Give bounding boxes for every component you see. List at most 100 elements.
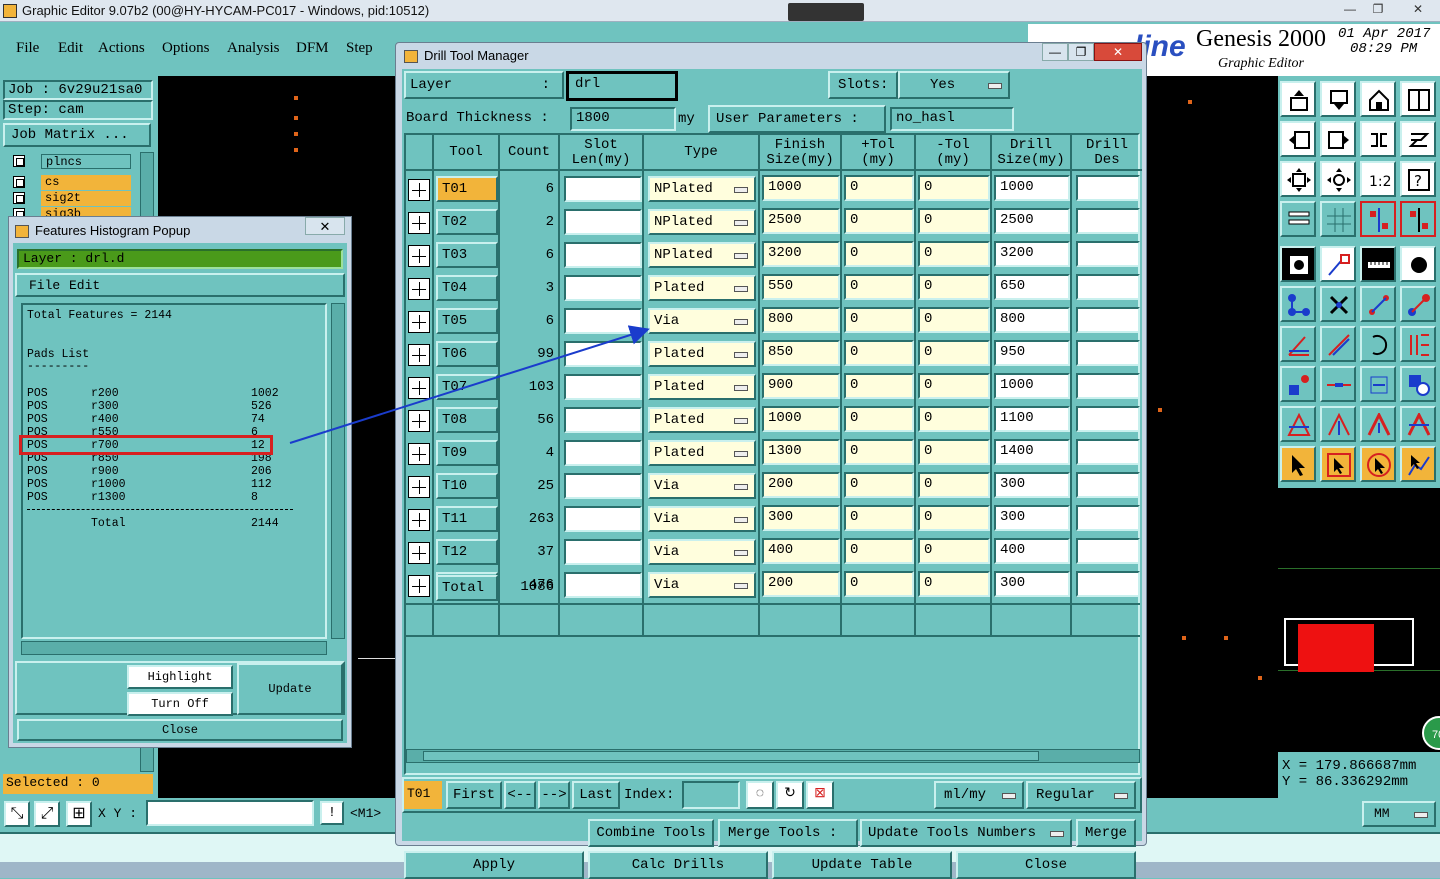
tool-name-button[interactable]: T05 [436,308,498,334]
tool-name-button[interactable]: T11 [436,506,498,532]
finish-size-input[interactable]: 1000 [762,175,840,201]
drill-des-input[interactable] [1076,241,1140,267]
finish-size-input[interactable]: 2500 [762,208,840,234]
type-dropdown[interactable]: Plated [648,407,756,433]
drill-size-input[interactable]: 1400 [994,439,1070,465]
route-add-icon[interactable] [1400,286,1436,322]
triangle-c-icon[interactable] [1360,406,1396,442]
slot-len-input[interactable] [564,572,642,598]
combine-tools-button[interactable]: Combine Tools [588,819,714,847]
histogram-menu-edit[interactable]: Edit [69,278,100,293]
drill-size-input[interactable]: 2500 [994,208,1070,234]
tool-name-button[interactable]: T07 [436,374,498,400]
drill-maximize-button[interactable]: ❐ [1068,43,1094,61]
drill-size-input[interactable]: 950 [994,340,1070,366]
slot-len-input[interactable] [564,506,642,532]
slot-len-input[interactable] [564,308,642,334]
ruler-icon[interactable] [1360,246,1396,282]
type-dropdown[interactable]: Via [648,308,756,334]
histogram-menu-file[interactable]: File [29,278,60,293]
finish-size-input[interactable]: 800 [762,307,840,333]
layer-row[interactable]: plncs [11,154,131,169]
arc-icon[interactable] [1360,326,1396,362]
minus-tol-input[interactable]: 0 [918,571,990,597]
grid-icon[interactable] [1320,201,1356,237]
cross-icon[interactable] [1320,286,1356,322]
xy-input[interactable] [146,800,314,826]
merge-button[interactable]: Merge [1076,819,1136,847]
resize-icon[interactable] [1360,366,1396,402]
slot-len-input[interactable] [564,341,642,367]
minus-tol-input[interactable]: 0 [918,208,990,234]
minus-tol-input[interactable]: 0 [918,373,990,399]
triangle-a-icon[interactable] [1280,406,1316,442]
help-icon[interactable]: ? [1400,161,1436,197]
update-tools-numbers-dropdown[interactable]: Update Tools Numbers [860,819,1072,847]
histogram-hscroll[interactable] [21,641,327,655]
tool-name-button[interactable]: T03 [436,242,498,268]
layer-value[interactable]: drl [566,71,678,101]
minus-tol-input[interactable]: 0 [918,406,990,432]
menu-analysis[interactable]: Analysis [227,40,280,57]
menu-actions[interactable]: Actions [98,40,145,57]
plus-tol-input[interactable]: 0 [844,175,914,201]
zoom-fit-icon[interactable] [1280,161,1316,197]
expand-icon[interactable] [408,377,430,399]
minus-tol-input[interactable]: 0 [918,241,990,267]
index-input[interactable] [682,781,740,809]
select-circle-icon[interactable] [1360,446,1396,482]
apply-button[interactable]: Apply [404,851,584,879]
angle-icon[interactable] [1280,326,1316,362]
finish-size-input[interactable]: 3200 [762,241,840,267]
expand-icon[interactable] [408,212,430,234]
tool-name-button[interactable]: T04 [436,275,498,301]
finish-size-input[interactable]: 200 [762,571,840,597]
slot-len-input[interactable] [564,242,642,268]
expand-icon[interactable] [408,278,430,300]
tool-name-button[interactable]: T02 [436,209,498,235]
finish-size-input[interactable]: 400 [762,538,840,564]
expand-icon[interactable] [408,476,430,498]
maximize-button[interactable]: ❐ [1364,0,1392,18]
drill-des-input[interactable] [1076,472,1140,498]
connect-icon[interactable] [1280,286,1316,322]
circle-icon[interactable] [1400,246,1436,282]
slots-dropdown[interactable]: Yes [898,71,1010,99]
menu-edit[interactable]: Edit [58,40,83,57]
layer-button[interactable]: Layer: [404,71,564,99]
type-dropdown[interactable]: Plated [648,374,756,400]
line-shape-icon[interactable] [1320,246,1356,282]
highlight-button[interactable]: Highlight [127,665,233,689]
calc-drills-button[interactable]: Calc Drills [588,851,768,879]
snap-red-icon[interactable] [1360,201,1396,237]
type-dropdown[interactable]: Via [648,506,756,532]
drill-des-input[interactable] [1076,406,1140,432]
drill-size-input[interactable]: 3200 [994,241,1070,267]
drill-size-input[interactable]: 1000 [994,373,1070,399]
type-dropdown[interactable]: Plated [648,440,756,466]
job-matrix-button[interactable]: Job Matrix ... [3,123,151,147]
plus-tol-input[interactable]: 0 [844,373,914,399]
shape-move-icon[interactable] [1280,366,1316,402]
update-button[interactable]: Update [237,663,343,715]
triangle-d-icon[interactable] [1400,406,1436,442]
refresh-icon[interactable]: ↻ [776,781,804,809]
drill-size-input[interactable]: 300 [994,472,1070,498]
mode-select[interactable]: Regular [1026,781,1136,809]
type-dropdown[interactable]: Via [648,539,756,565]
plus-tol-input[interactable]: 0 [844,340,914,366]
delete-icon[interactable]: ⊠ [806,781,834,809]
layer-row[interactable]: cs [11,175,131,190]
drill-des-input[interactable] [1076,340,1140,366]
plus-tol-input[interactable]: 0 [844,208,914,234]
plus-tol-input[interactable]: 0 [844,439,914,465]
histogram-close-button[interactable]: ✕ [305,217,345,235]
finish-size-input[interactable]: 300 [762,505,840,531]
drill-des-input[interactable] [1076,505,1140,531]
drill-des-input[interactable] [1076,538,1140,564]
swap-icon[interactable] [1400,121,1436,157]
panel-icon[interactable] [1400,81,1436,117]
user-params-input[interactable]: no_hasl [890,107,1014,131]
select-pointer-icon[interactable] [1280,446,1316,482]
type-dropdown[interactable]: Via [648,572,756,598]
